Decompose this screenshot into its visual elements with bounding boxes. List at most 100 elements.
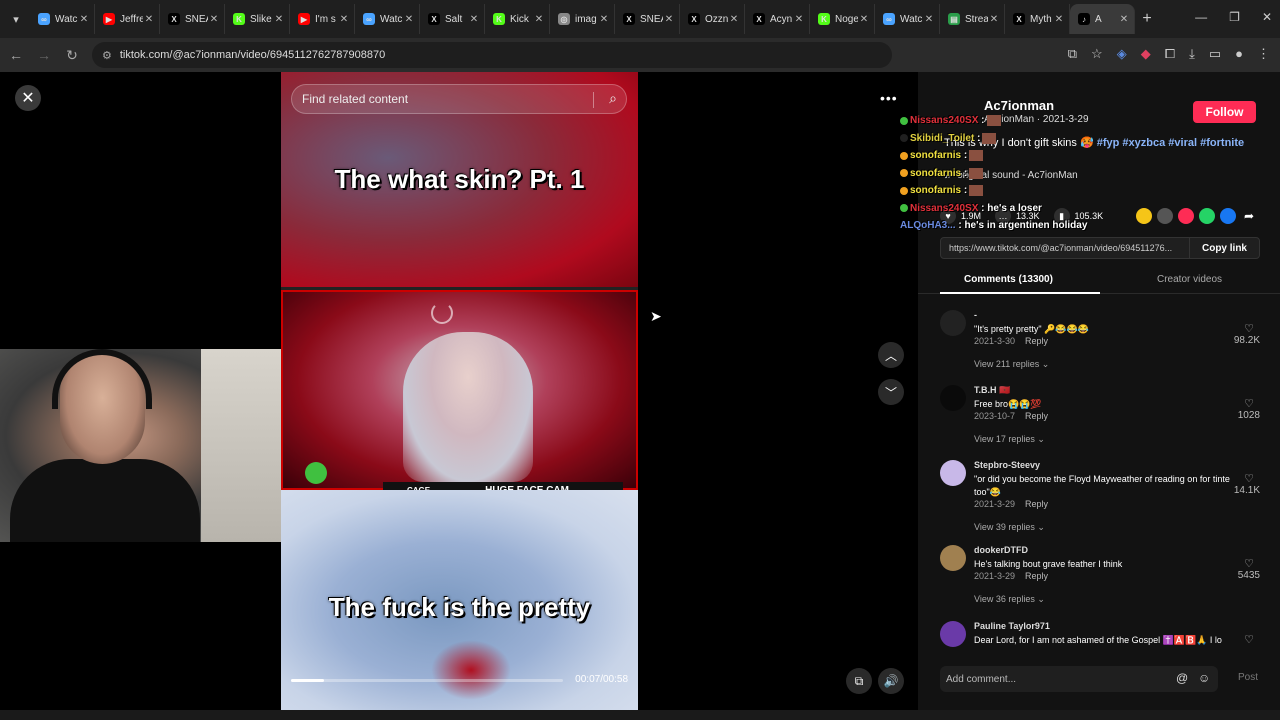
progress-bar[interactable] (291, 679, 563, 682)
browser-tab[interactable]: K Kick ✕ (485, 4, 550, 34)
bookmark-star-icon[interactable]: ☆ (1091, 46, 1103, 62)
minimize-icon[interactable]: — (1195, 10, 1207, 24)
extension-icon[interactable]: ◈ (1117, 46, 1127, 62)
pip-icon[interactable]: ⧉ (846, 668, 872, 694)
share-option-icon[interactable] (1157, 208, 1173, 224)
comment-like-icon[interactable]: ♡ (1220, 633, 1260, 646)
post-button[interactable]: Post (1238, 672, 1258, 683)
tab-close-icon[interactable]: ✕ (923, 14, 935, 25)
tab-close-icon[interactable]: ✕ (793, 14, 805, 25)
browser-tab[interactable]: ◎ imag ✕ (550, 4, 615, 34)
reload-icon[interactable]: ↻ (60, 47, 84, 64)
install-icon[interactable]: ⧉ (1068, 46, 1077, 62)
emoji-icon[interactable]: ☺ (1198, 671, 1210, 685)
comment-username[interactable]: T.B.H 🇲🇦 (974, 385, 1010, 396)
share-option-icon[interactable] (1136, 208, 1152, 224)
browser-tab[interactable]: K Slike ✕ (225, 4, 290, 34)
hashtag-link[interactable]: #fyp (1097, 137, 1120, 149)
tab-close-icon[interactable]: ✕ (1118, 14, 1130, 25)
hashtag-link[interactable]: #fortnite (1197, 137, 1244, 149)
reply-button[interactable]: Reply (1025, 336, 1048, 346)
comment-like-icon[interactable]: ♡ (1220, 397, 1260, 410)
comment-like-icon[interactable]: ♡ (1220, 322, 1260, 335)
tab-close-icon[interactable]: ✕ (468, 14, 480, 25)
site-info-icon[interactable]: ⚙ (102, 49, 112, 62)
share-option-icon[interactable] (1178, 208, 1194, 224)
comment-username[interactable]: dookerDTFD (974, 545, 1028, 555)
sidebar-icon[interactable]: ▭ (1209, 46, 1221, 62)
comment-avatar[interactable] (940, 385, 966, 411)
new-tab-button[interactable]: + (1135, 10, 1159, 28)
browser-tab[interactable]: X SNEA✕ (615, 4, 680, 34)
reply-button[interactable]: Reply (1025, 571, 1048, 581)
comment-like-icon[interactable]: ♡ (1220, 472, 1260, 485)
tab-close-icon[interactable]: ✕ (988, 14, 1000, 25)
related-search-input[interactable]: Find related content ⌕ (291, 84, 627, 114)
menu-icon[interactable]: ⋮ (1257, 46, 1270, 62)
next-video-button[interactable]: ﹀ (878, 379, 904, 405)
browser-tab[interactable]: X Ozzn ✕ (680, 4, 745, 34)
comment-username[interactable]: - (974, 310, 977, 320)
tab-close-icon[interactable]: ✕ (143, 14, 155, 25)
add-comment-input[interactable]: Add comment... @ ☺ (940, 666, 1218, 692)
close-window-icon[interactable]: ✕ (1262, 10, 1272, 24)
share-option-icon[interactable] (1220, 208, 1236, 224)
browser-tab[interactable]: ∞ Watc ✕ (875, 4, 940, 34)
comment-username[interactable]: Pauline Taylor971 (974, 621, 1050, 631)
comment-like-icon[interactable]: ♡ (1220, 557, 1260, 570)
browser-tab[interactable]: ▶ Jeffre ✕ (95, 4, 160, 34)
tab-creator-videos[interactable]: Creator videos (1099, 270, 1280, 293)
mention-icon[interactable]: @ (1176, 671, 1188, 685)
tab-close-icon[interactable]: ✕ (663, 14, 675, 25)
tab-close-icon[interactable]: ✕ (598, 14, 610, 25)
maximize-icon[interactable]: ❐ (1229, 10, 1240, 24)
follow-button[interactable]: Follow (1193, 101, 1256, 123)
view-replies-button[interactable]: View 39 replies ⌄ (974, 522, 1045, 533)
browser-tab[interactable]: ▤ Strea ✕ (940, 4, 1005, 34)
comment-avatar[interactable] (940, 621, 966, 647)
tab-close-icon[interactable]: ✕ (403, 14, 415, 25)
hashtag-link[interactable]: #viral (1165, 137, 1197, 149)
tab-close-icon[interactable]: ✕ (728, 14, 740, 25)
tab-close-icon[interactable]: ✕ (338, 14, 350, 25)
tab-close-icon[interactable]: ✕ (533, 14, 545, 25)
url-field[interactable]: ⚙ tiktok.com/@ac7ionman/video/6945112762… (92, 42, 892, 68)
tab-close-icon[interactable]: ✕ (78, 14, 90, 25)
tab-close-icon[interactable]: ✕ (273, 14, 285, 25)
browser-tab[interactable]: ∞ Watc ✕ (30, 4, 95, 34)
tab-close-icon[interactable]: ✕ (1053, 14, 1065, 25)
forward-icon[interactable]: → (32, 47, 56, 63)
browser-tab[interactable]: X SNEA✕ (160, 4, 225, 34)
puzzle-icon[interactable]: ⧠ (1165, 46, 1175, 62)
view-replies-button[interactable]: View 36 replies ⌄ (974, 594, 1045, 605)
browser-tab[interactable]: ♪ A ✕ (1070, 4, 1135, 34)
video-player[interactable]: CAGE HUGE FACE CAM The what skin? Pt. 1 … (281, 72, 638, 710)
volume-icon[interactable]: 🔊 (878, 668, 904, 694)
tab-close-icon[interactable]: ✕ (858, 14, 870, 25)
share-link-field[interactable]: https://www.tiktok.com/@ac7ionman/video/… (940, 237, 1260, 259)
previous-video-button[interactable]: ︿ (878, 342, 904, 368)
reply-button[interactable]: Reply (1025, 411, 1048, 421)
browser-tab[interactable]: X Acyn ✕ (745, 4, 810, 34)
back-icon[interactable]: ← (4, 47, 28, 63)
search-icon[interactable]: ⌕ (609, 90, 617, 107)
comment-avatar[interactable] (940, 460, 966, 486)
author-name[interactable]: Ac7ionman (984, 98, 1054, 113)
more-options-icon[interactable]: ••• (880, 90, 898, 106)
reply-button[interactable]: Reply (1025, 499, 1048, 509)
hashtag-link[interactable]: #xyzbca (1119, 137, 1165, 149)
copy-link-button[interactable]: Copy link (1189, 238, 1259, 258)
share-more-icon[interactable]: ➦ (1241, 208, 1257, 224)
browser-tab[interactable]: X Myth ✕ (1005, 4, 1070, 34)
tab-search-icon[interactable]: ▾ (2, 5, 30, 33)
browser-tab[interactable]: X Salt ✕ (420, 4, 485, 34)
comment-avatar[interactable] (940, 545, 966, 571)
comment-avatar[interactable] (940, 310, 966, 336)
profile-avatar[interactable]: ● (1235, 46, 1243, 62)
view-replies-button[interactable]: View 17 replies ⌄ (974, 434, 1045, 445)
tab-close-icon[interactable]: ✕ (208, 14, 220, 25)
view-replies-button[interactable]: View 211 replies ⌄ (974, 359, 1049, 370)
close-video-button[interactable]: ✕ (15, 85, 41, 111)
browser-tab[interactable]: K Noge ✕ (810, 4, 875, 34)
download-icon[interactable]: ⤓ (1189, 46, 1195, 62)
